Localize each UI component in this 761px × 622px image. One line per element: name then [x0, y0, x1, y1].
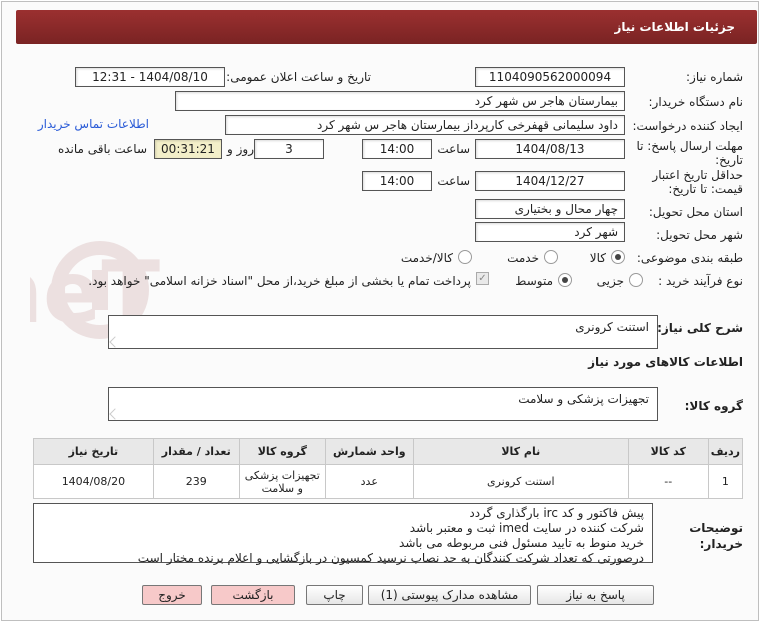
table-row: 1 -- استنت کرونری عدد تجهیزات پزشکی و سل… — [33, 464, 744, 499]
payment-note: پرداخت تمام یا بخشی از مبلغ خرید،از محل … — [88, 274, 471, 288]
goods-group-label: گروه کالا: — [684, 399, 743, 413]
requester-field: داود سلیمانی قهفرخی کارپرداز بیمارستان ه… — [225, 115, 625, 135]
category-option-both: کالا/خدمت — [400, 251, 453, 265]
announce-field: 1404/08/10 - 12:31 — [75, 67, 225, 87]
cell-row: 1 — [707, 464, 744, 499]
exit-button[interactable]: خروج — [142, 585, 202, 605]
resize-grip-icon[interactable] — [109, 336, 121, 348]
validity-label-date: قیمت: تا تاریخ: — [668, 182, 743, 196]
deadline-time-label: ساعت — [437, 142, 470, 156]
validity-date-field: 1404/12/27 — [475, 171, 625, 191]
process-option-medium: متوسط — [515, 274, 553, 288]
category-radio-both[interactable] — [458, 250, 472, 264]
buyer-note-line: شرکت کننده در سایت imed ثبت و معتبر باشد — [409, 521, 644, 535]
buyer-notes-label: توضیحات — [689, 521, 743, 535]
days-field: 3 — [254, 139, 324, 159]
summary-value: استنت کرونری — [575, 320, 649, 334]
cell-name: استنت کرونری — [412, 464, 629, 499]
validity-time-label: ساعت — [437, 174, 470, 188]
need-number-label: شماره نیاز: — [686, 70, 743, 84]
days-label: روز و — [227, 142, 254, 156]
deadline-label-date: تاریخ: — [715, 153, 743, 167]
category-option-service: خدمت — [507, 251, 539, 265]
page-title: جزئیات اطلاعات نیاز — [614, 20, 735, 34]
goods-group-value: تجهیزات پزشکی و سلامت — [518, 392, 649, 406]
cell-group: تجهیزات پزشکی و سلامت — [238, 464, 326, 499]
col-group-header: گروه کالا — [238, 438, 326, 465]
deadline-time-field: 14:00 — [362, 139, 432, 159]
cell-date: 1404/08/20 — [33, 464, 154, 499]
province-label: استان محل تحویل: — [648, 205, 743, 219]
buyer-notes-label-2: خریدار: — [699, 537, 743, 551]
category-label: طبقه بندی موضوعی: — [636, 251, 743, 265]
province-field: چهار محال و بختیاری — [475, 199, 625, 219]
buyer-org-label: نام دستگاه خریدار: — [648, 95, 744, 109]
back-button[interactable]: بازگشت — [211, 585, 295, 605]
treasury-checkbox[interactable]: ✓ — [476, 272, 489, 285]
city-label: شهر محل تحویل: — [656, 228, 743, 242]
need-number-field: 1104090562000094 — [475, 67, 625, 87]
goods-group-textarea[interactable]: تجهیزات پزشکی و سلامت — [108, 387, 658, 421]
remaining-label: ساعت باقی مانده — [57, 142, 147, 156]
process-radio-medium[interactable] — [558, 273, 572, 287]
buyer-org-field: بیمارستان هاجر س شهر کرد — [175, 91, 625, 111]
items-table: ردیف کد کالا نام کالا واحد شمارش گروه کا… — [33, 438, 744, 499]
table-header-row: ردیف کد کالا نام کالا واحد شمارش گروه کا… — [33, 438, 744, 465]
deadline-date-field: 1404/08/13 — [475, 139, 625, 159]
col-date-header: تاریخ نیاز — [33, 438, 154, 465]
goods-info-heading: اطلاعات کالاهای مورد نیاز — [588, 355, 743, 369]
resize-grip-icon[interactable] — [109, 408, 121, 420]
announce-label: تاریخ و ساعت اعلان عمومی: — [226, 70, 371, 84]
deadline-label: مهلت ارسال پاسخ: تا — [636, 139, 743, 153]
col-code-header: کد کالا — [627, 438, 709, 465]
reply-button[interactable]: پاسخ به نیاز — [537, 585, 654, 605]
remaining-timer: 00:31:21 — [154, 139, 222, 159]
category-radio-goods[interactable] — [611, 250, 625, 264]
title-bar: جزئیات اطلاعات نیاز — [16, 10, 757, 44]
view-documents-button[interactable]: مشاهده مدارک پیوستی (1) — [368, 585, 531, 605]
print-button[interactable]: چاپ — [306, 585, 363, 605]
validity-time-field: 14:00 — [362, 171, 432, 191]
validity-label: حداقل تاریخ اعتبار — [652, 168, 743, 182]
category-radio-service[interactable] — [544, 250, 558, 264]
category-option-goods: کالا — [589, 251, 606, 265]
col-qty-header: تعداد / مقدار — [152, 438, 240, 465]
cell-qty: 239 — [152, 464, 240, 499]
buyer-notes-box[interactable]: پیش فاکتور و کد irc بارگذاری گردد شرکت ک… — [33, 503, 653, 565]
buyer-note-line: خرید منوط به تایید مسئول فنی مربوطه می ب… — [399, 536, 644, 550]
buyer-note-line: درصورتی که تعداد شرکت کنندگان به حد نصاب… — [137, 551, 644, 565]
cell-unit: عدد — [324, 464, 414, 499]
buyer-note-line: پیش فاکتور و کد irc بارگذاری گردد — [469, 506, 644, 520]
city-field: شهر کرد — [475, 222, 625, 242]
col-name-header: نام کالا — [412, 438, 629, 465]
col-row-header: ردیف — [707, 438, 744, 465]
process-label: نوع فرآیند خرید : — [658, 274, 743, 288]
process-option-minor: جزیی — [596, 274, 624, 288]
process-radio-minor[interactable] — [629, 273, 643, 287]
summary-textarea[interactable]: استنت کرونری — [108, 315, 658, 349]
requester-label: ایجاد کننده درخواست: — [632, 119, 743, 133]
cell-code: -- — [627, 464, 709, 499]
buyer-contact-link[interactable]: اطلاعات تماس خریدار — [38, 117, 149, 131]
summary-label: شرح کلی نیاز: — [657, 321, 743, 335]
col-unit-header: واحد شمارش — [324, 438, 414, 465]
